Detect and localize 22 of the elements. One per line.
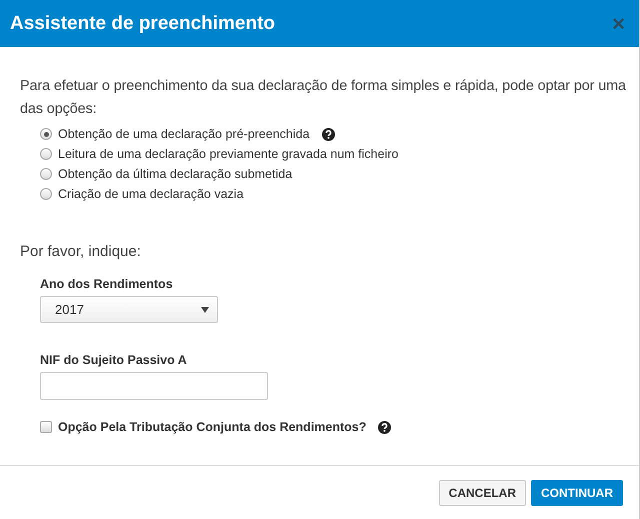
option-label[interactable]: Criação de uma declaração vazia — [58, 187, 244, 201]
field-label: NIF do Sujeito Passivo A — [40, 353, 188, 367]
checkbox[interactable] — [40, 421, 52, 433]
checkbox-label[interactable]: Opção Pela Tributação Conjunta dos Rendimentos? — [58, 420, 366, 434]
option-label[interactable]: Leitura de uma declaração previamente gravada num ficheiro — [58, 147, 398, 161]
help-icon[interactable] — [378, 420, 392, 434]
radio-button[interactable] — [40, 148, 52, 160]
input-field[interactable] — [40, 372, 268, 400]
intro-text: Para efetuar o preenchimento da sua declaração de forma simples e rápida, pode optar por uma das opções: — [20, 77, 627, 119]
option-label[interactable]: Obtenção da última declaração submetida — [58, 167, 292, 181]
option-label[interactable]: Obtenção de uma declaração pré-preenchida — [58, 127, 310, 141]
radio-button[interactable] — [40, 188, 52, 200]
radio-button[interactable] — [40, 128, 52, 140]
help-icon[interactable] — [322, 128, 335, 140]
dialog-title: Assistente de preenchimento — [10, 12, 276, 34]
radio-button[interactable] — [40, 168, 52, 180]
field-label: Ano dos Rendimentos — [40, 277, 174, 291]
year-select[interactable]: 2017 — [40, 296, 218, 323]
continue-button[interactable]: CONTINUAR — [531, 480, 623, 506]
caret-icon — [201, 306, 209, 312]
cancel-button[interactable]: CANCELAR — [438, 480, 526, 506]
prompt-text: Por favor, indique: — [20, 243, 142, 260]
